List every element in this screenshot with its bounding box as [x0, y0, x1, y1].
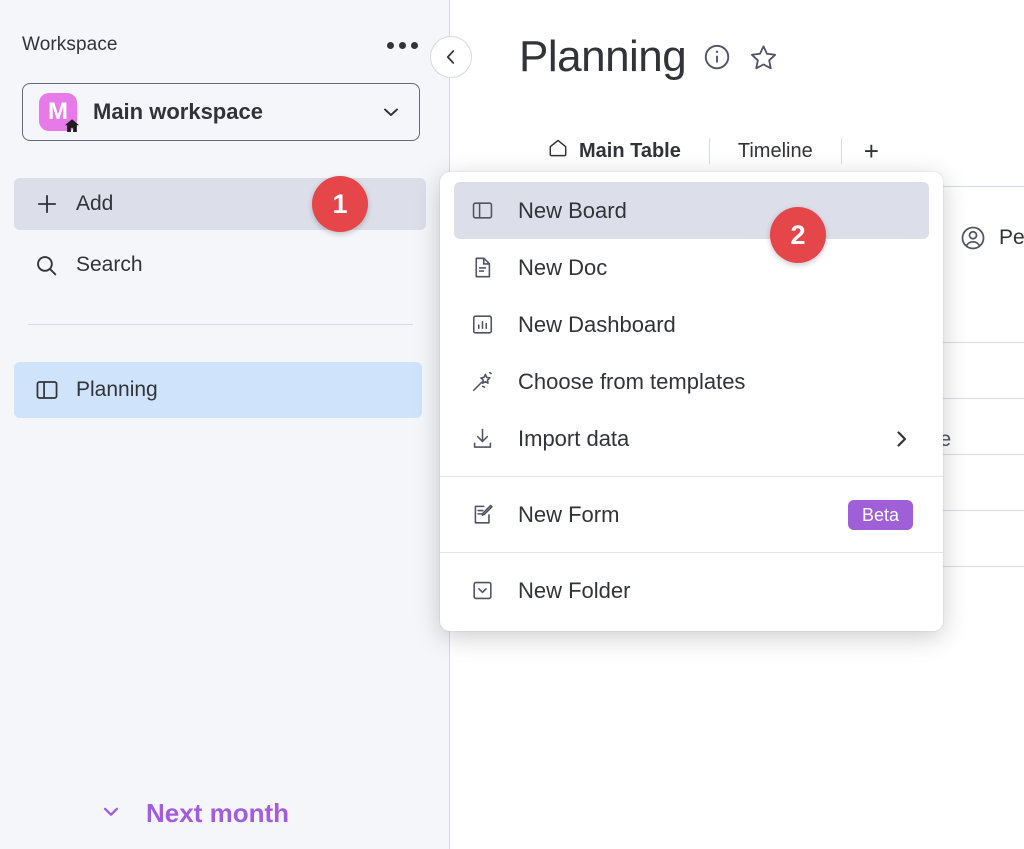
menu-item-new-board[interactable]: New Board	[454, 182, 929, 239]
menu-group-folder: New Folder	[440, 562, 943, 619]
workspace-section-title: Workspace	[22, 34, 118, 55]
menu-item-choose-from-templates[interactable]: Choose from templates	[454, 353, 929, 410]
info-icon[interactable]	[702, 42, 732, 72]
search-label: Search	[76, 253, 143, 276]
column-header-label: Pe	[999, 226, 1024, 249]
doc-icon	[470, 255, 504, 280]
star-icon[interactable]	[748, 42, 779, 73]
beta-badge-wrap: Beta	[847, 499, 913, 530]
more-options-icon[interactable]	[383, 36, 422, 55]
home-icon	[63, 117, 81, 135]
workspace-avatar: M	[39, 93, 80, 132]
menu-item-import-data[interactable]: Import data	[454, 410, 929, 467]
chevron-right-icon	[889, 427, 913, 451]
dashboard-icon	[470, 312, 504, 337]
home-icon	[547, 137, 569, 165]
menu-item-label: New Doc	[518, 254, 608, 280]
workspace-selector[interactable]: M Main workspace	[22, 83, 420, 141]
collapse-sidebar-button[interactable]	[430, 36, 472, 78]
view-tabs: Main Table Timeline +	[519, 128, 901, 174]
workspace-name: Main workspace	[93, 99, 263, 124]
tab-timeline[interactable]: Timeline	[710, 128, 841, 174]
menu-item-new-form[interactable]: New Form Beta	[454, 486, 929, 543]
page-header: Planning	[519, 32, 779, 82]
menu-group-form: New Form Beta	[440, 486, 943, 543]
menu-item-label: New Folder	[518, 577, 631, 603]
tab-label: Timeline	[737, 139, 813, 162]
chevron-down-icon[interactable]	[98, 798, 124, 829]
add-tab-button[interactable]: +	[842, 128, 901, 174]
board-icon	[34, 377, 64, 403]
wand-icon	[470, 369, 504, 394]
search-button[interactable]: Search	[14, 239, 426, 291]
page-title: Planning	[519, 32, 687, 81]
menu-item-new-dashboard[interactable]: New Dashboard	[454, 296, 929, 353]
menu-item-label: New Form	[518, 501, 620, 527]
menu-divider	[440, 552, 943, 553]
person-icon	[961, 226, 985, 250]
chevron-left-icon	[446, 50, 455, 64]
sidebar: Workspace M Main workspace Add Search Pl…	[0, 0, 450, 849]
folder-icon	[470, 578, 504, 603]
import-icon	[470, 426, 504, 451]
next-month-label: Next month	[146, 798, 289, 828]
sidebar-divider	[28, 324, 413, 325]
status-badge: Beta	[847, 499, 913, 530]
form-icon	[470, 502, 504, 527]
tab-main-table[interactable]: Main Table	[519, 128, 709, 174]
chevron-down-icon[interactable]	[379, 100, 403, 124]
tab-label: Main Table	[579, 139, 681, 162]
menu-item-new-folder[interactable]: New Folder	[454, 562, 929, 619]
search-icon	[34, 253, 64, 278]
menu-divider	[440, 476, 943, 477]
plus-icon	[34, 191, 64, 217]
sidebar-item-planning[interactable]: Planning	[14, 362, 422, 418]
app-root: Workspace M Main workspace Add Search Pl…	[0, 0, 1024, 849]
board-icon	[470, 198, 504, 223]
column-header-person: Pe	[959, 224, 1024, 252]
step-badge-1: 1	[312, 176, 368, 232]
add-label: Add	[76, 192, 114, 215]
workspace-header: Workspace	[22, 30, 422, 60]
menu-item-label: Import data	[518, 425, 630, 451]
next-month-group[interactable]: Next month	[98, 798, 289, 829]
step-badge-2: 2	[770, 207, 826, 263]
menu-group-create: New Board New Doc New Dashboard Choose f…	[440, 182, 943, 467]
sidebar-item-label: Planning	[76, 378, 158, 401]
menu-item-new-doc[interactable]: New Doc	[454, 239, 929, 296]
add-menu: New Board New Doc New Dashboard Choose f…	[440, 172, 943, 631]
menu-item-label: Choose from templates	[518, 368, 746, 394]
menu-item-label: New Dashboard	[518, 311, 676, 337]
menu-item-label: New Board	[518, 197, 627, 223]
